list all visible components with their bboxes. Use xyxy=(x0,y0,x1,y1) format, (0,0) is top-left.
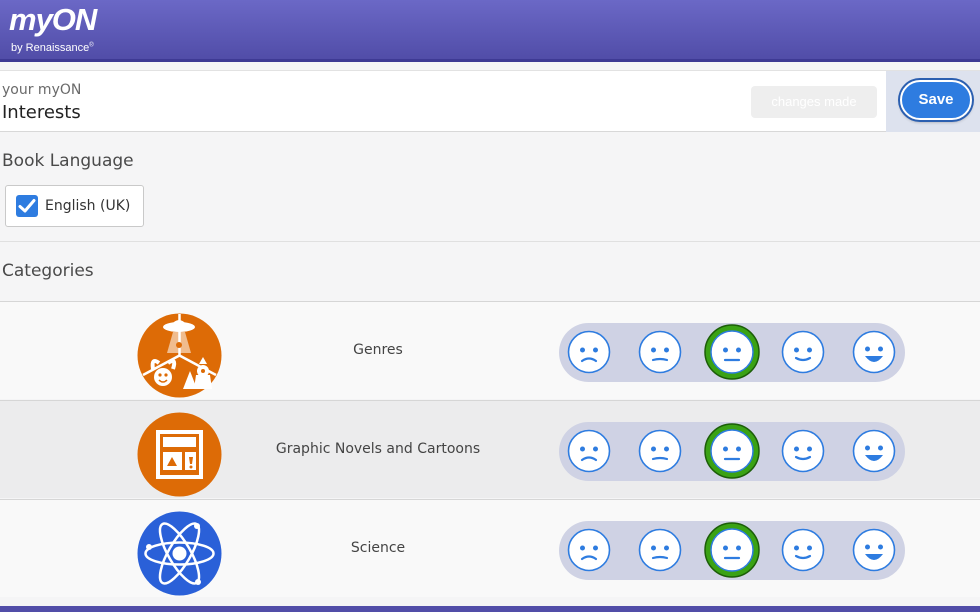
happy-face-icon[interactable] xyxy=(781,330,825,374)
myon-logo[interactable]: myON xyxy=(9,2,97,38)
category-label: Genres xyxy=(353,342,403,358)
language-option-label: English (UK) xyxy=(45,198,131,214)
bottom-bar xyxy=(0,606,980,612)
rating-scale xyxy=(559,521,905,580)
sad-face-icon[interactable] xyxy=(638,429,682,473)
category-label: Graphic Novels and Cartoons xyxy=(275,441,481,457)
checkmark-icon xyxy=(18,199,36,213)
top-bar: myON by Renaissance® xyxy=(0,0,980,62)
sad-face-icon[interactable] xyxy=(638,528,682,572)
save-button[interactable]: Save xyxy=(900,80,972,120)
sad-face-icon[interactable] xyxy=(638,330,682,374)
category-label: Science xyxy=(350,540,406,556)
logo-subtitle: by Renaissance® xyxy=(11,42,94,54)
category-row-science: Science xyxy=(0,499,980,597)
happy-face-icon[interactable] xyxy=(781,528,825,572)
categories-heading: Categories xyxy=(2,261,94,281)
rating-scale xyxy=(559,323,905,382)
happy-face-icon[interactable] xyxy=(781,429,825,473)
very-happy-face-icon[interactable] xyxy=(852,330,896,374)
very-happy-face-icon[interactable] xyxy=(852,429,896,473)
very-sad-face-icon[interactable] xyxy=(567,429,611,473)
page-title: Interests xyxy=(2,102,81,123)
neutral-face-icon-selected[interactable] xyxy=(703,422,761,480)
comic-panel-icon xyxy=(137,412,222,497)
very-happy-face-icon[interactable] xyxy=(852,528,896,572)
save-area: Save xyxy=(886,71,980,132)
very-sad-face-icon[interactable] xyxy=(567,528,611,572)
neutral-face-icon-selected[interactable] xyxy=(703,323,761,381)
page-subtitle: your myON xyxy=(2,82,82,98)
category-row-graphic-novels: Graphic Novels and Cartoons xyxy=(0,400,980,498)
category-row-genres: Genres xyxy=(0,301,980,399)
page-header: your myON Interests changes made Save xyxy=(0,70,980,132)
changes-made-badge: changes made xyxy=(751,86,877,118)
divider xyxy=(0,241,980,242)
very-sad-face-icon[interactable] xyxy=(567,330,611,374)
atom-icon xyxy=(137,511,222,596)
checkbox-checked[interactable] xyxy=(16,195,38,217)
language-option-english-uk[interactable]: English (UK) xyxy=(5,185,144,227)
rating-scale xyxy=(559,422,905,481)
book-language-heading: Book Language xyxy=(2,151,134,171)
neutral-face-icon-selected[interactable] xyxy=(703,521,761,579)
genres-icon xyxy=(137,313,222,398)
